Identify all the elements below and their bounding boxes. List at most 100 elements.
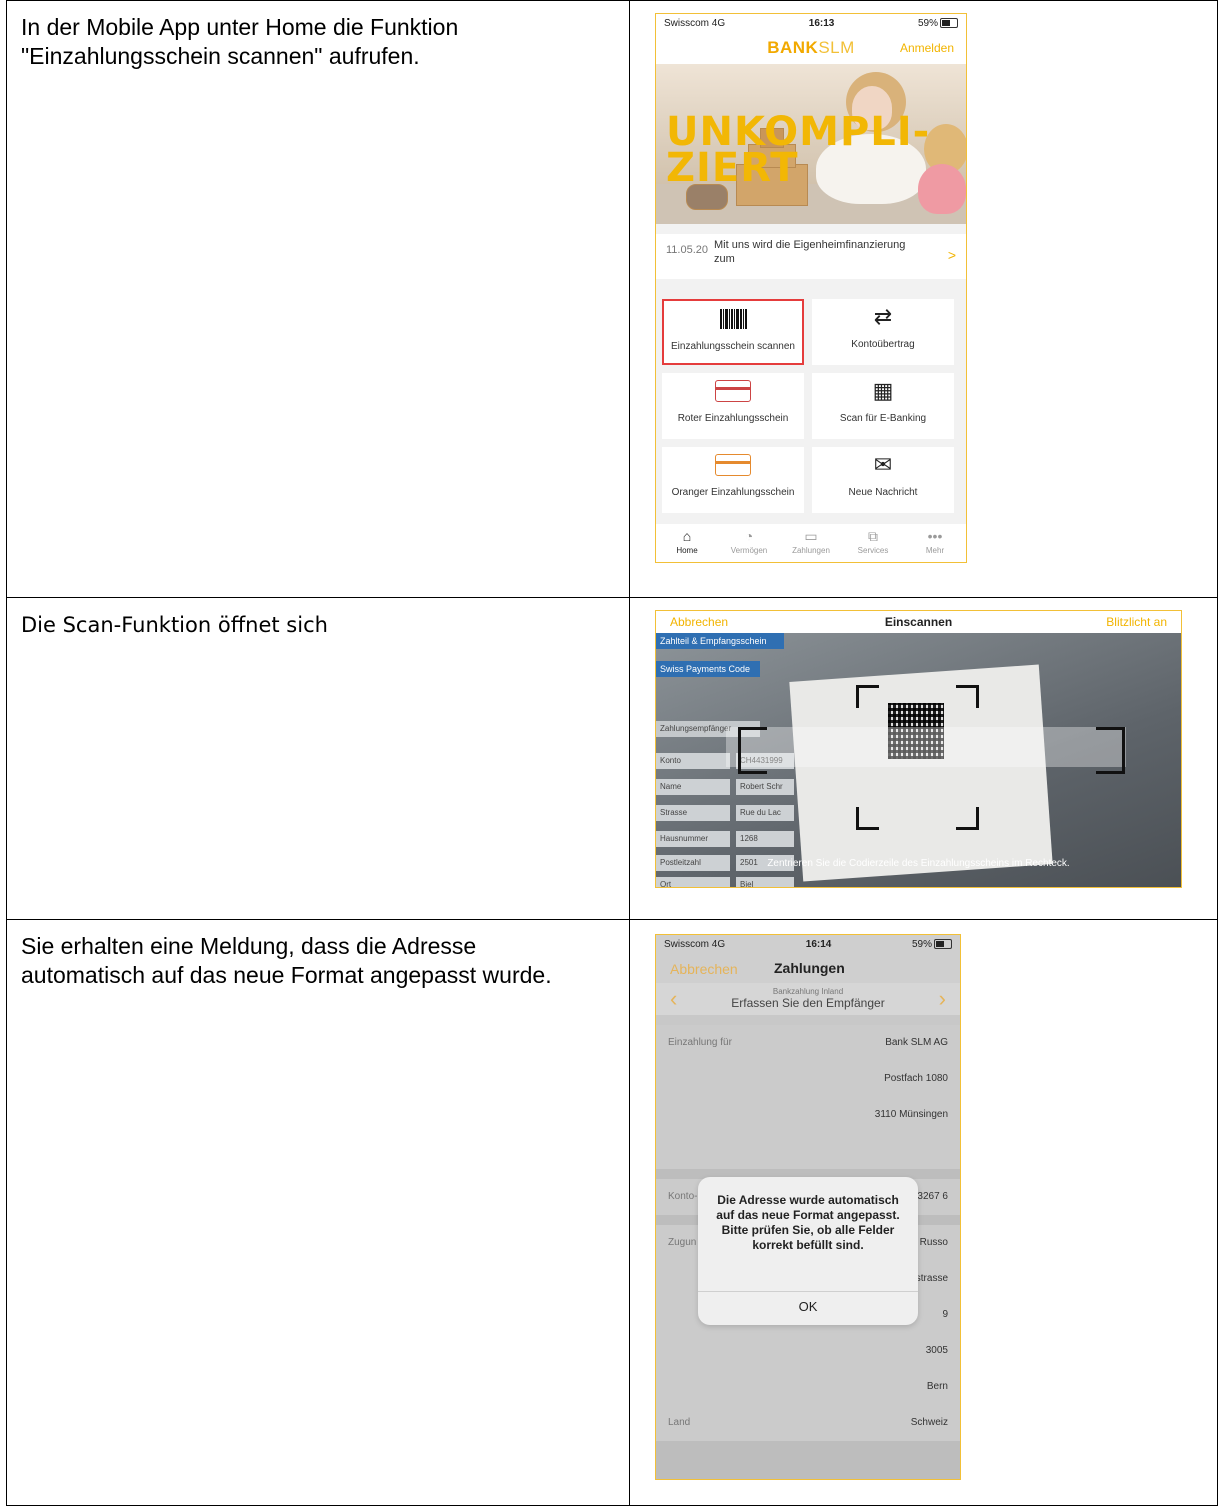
tile-label: Roter Einzahlungsschein <box>677 413 789 424</box>
news-date: 11.05.20 <box>666 244 709 256</box>
status-bar: Swisscom 4G 16:13 59% <box>656 14 966 32</box>
tile-label: Oranger Einzahlungsschein <box>671 487 795 498</box>
step-1-text: In der Mobile App unter Home die Funktio… <box>21 14 459 70</box>
battery-indicator: 59% <box>918 18 958 29</box>
form-row[interactable]: Postfach 1080 <box>656 1061 960 1098</box>
tab-services[interactable]: ⧉ Services <box>842 524 904 562</box>
bg-value: Biel <box>736 877 794 887</box>
battery-icon <box>934 938 952 949</box>
payment-form-screenshot: Swisscom 4G 16:14 59% Abbrechen Zahlunge… <box>655 934 961 1480</box>
news-text: Mit uns wird die Eigenheimfinanzierung z… <box>714 239 906 265</box>
more-icon: ••• <box>927 528 943 544</box>
form-title: Zahlungen <box>774 960 845 976</box>
login-link[interactable]: Anmelden <box>900 41 954 55</box>
carrier-label: Swisscom 4G <box>664 17 726 29</box>
bg-label: Konto <box>656 753 730 769</box>
scan-frame-corner <box>856 807 879 830</box>
pie-chart-icon: ◔ <box>744 528 754 544</box>
transfer-icon: ⇄ <box>873 304 893 329</box>
scan-frame-corner <box>856 685 879 708</box>
tab-assets[interactable]: ◔ Vermögen <box>718 524 780 562</box>
hero-banner-image[interactable]: UNKOMPLI- ZIERT <box>656 64 966 224</box>
bg-label: Strasse <box>656 805 730 821</box>
tile-red-payment-slip[interactable]: Roter Einzahlungsschein <box>662 373 804 439</box>
scan-highlight-band <box>726 727 1126 767</box>
recipient-form: Einzahlung für Bank SLM AG Postfach 1080 … <box>656 1025 960 1479</box>
orange-card-icon <box>715 454 751 476</box>
tile-label: Scan für E-Banking <box>839 413 927 424</box>
chevron-left-icon[interactable]: ‹ <box>670 986 677 1012</box>
bg-label: Zahlteil & Empfangsschein <box>656 633 784 649</box>
news-teaser[interactable]: 11.05.20 Mit uns wird die Eigenheimfinan… <box>656 234 966 279</box>
bg-label: Name <box>656 779 730 795</box>
tile-label: Einzahlungsschein scannen <box>671 341 795 352</box>
table-row: Sie erhalten eine Meldung, dass die Adre… <box>6 920 1218 1506</box>
form-row[interactable] <box>656 1133 960 1170</box>
table-row: In der Mobile App unter Home die Funktio… <box>6 0 1218 598</box>
cancel-button[interactable]: Abbrechen <box>670 961 738 977</box>
column-divider <box>629 1 630 597</box>
chevron-right-icon[interactable]: › <box>939 986 946 1012</box>
carrier-label: Swisscom 4G <box>664 938 726 950</box>
form-row[interactable]: 3005 <box>656 1333 960 1370</box>
step-3-text: Sie erhalten eine Meldung, dass die Adre… <box>21 933 552 989</box>
flash-toggle[interactable]: Blitzlicht an <box>1106 615 1167 629</box>
form-row[interactable]: 3110 Münsingen <box>656 1097 960 1134</box>
bottom-tab-bar: ⌂ Home ◔ Vermögen ▭ Zahlungen ⧉ Services •••… <box>656 524 966 562</box>
tile-new-message[interactable]: ✉ Neue Nachricht <box>812 447 954 513</box>
tile-label: Kontoübertrag <box>851 339 915 350</box>
scanner-title: Einscannen <box>884 615 953 629</box>
red-card-icon <box>715 380 751 402</box>
scanner-screenshot: Abbrechen Einscannen Blitzlicht an Zahlt… <box>655 610 1182 888</box>
home-icon: ⌂ <box>682 528 692 544</box>
scan-frame-corner <box>738 745 767 774</box>
briefcase-icon: ⧉ <box>868 528 878 544</box>
bg-value: Robert Schr <box>736 779 794 795</box>
scan-frame-corner <box>956 807 979 830</box>
bg-label: Ort <box>656 877 730 887</box>
battery-indicator: 59% <box>912 939 952 950</box>
column-divider <box>629 920 630 1505</box>
card-icon: ▭ <box>804 528 818 544</box>
tab-more[interactable]: ••• Mehr <box>904 524 966 562</box>
tile-scan-payment-slip[interactable]: Einzahlungsschein scannen <box>662 299 804 365</box>
tile-label: Neue Nachricht <box>848 487 918 498</box>
hero-slogan: UNKOMPLI- ZIERT <box>666 109 931 191</box>
form-header: Abbrechen Zahlungen <box>656 953 960 983</box>
chevron-right-icon: > <box>947 247 956 263</box>
scanner-header: Abbrechen Einscannen Blitzlicht an <box>656 611 1181 633</box>
bg-value: 1268 <box>736 831 794 847</box>
form-row[interactable]: Einzahlung für Bank SLM AG <box>656 1025 960 1062</box>
ok-button[interactable]: OK <box>698 1299 918 1314</box>
scan-frame-corner <box>1096 745 1125 774</box>
tab-payments[interactable]: ▭ Zahlungen <box>780 524 842 562</box>
clock-label: 16:13 <box>808 17 835 29</box>
app-header: BANKSLM Anmelden <box>656 32 966 64</box>
step-title: Erfassen Sie den Empfänger <box>731 996 885 1010</box>
bg-label: Hausnummer <box>656 831 730 847</box>
tile-account-transfer[interactable]: ⇄ Kontoübertrag <box>812 299 954 365</box>
scan-frame-corner <box>956 685 979 708</box>
camera-viewfinder: Zahlteil & Empfangsschein Swiss Payments… <box>656 633 1181 887</box>
secure-mail-icon: ✉ <box>873 452 893 477</box>
mobile-home-screenshot: Swisscom 4G 16:13 59% BANKSLM Anmelden U… <box>655 13 967 563</box>
barcode-icon <box>719 309 747 329</box>
tile-orange-payment-slip[interactable]: Oranger Einzahlungsschein <box>662 447 804 513</box>
payment-slip-paper <box>789 664 1053 882</box>
alert-message: Die Adresse wurde automatisch auf das ne… <box>716 1193 900 1252</box>
column-divider <box>629 598 630 919</box>
form-row[interactable]: Land Schweiz <box>656 1405 960 1442</box>
step-navigator: ‹ Bankzahlung Inland Erfassen Sie den Em… <box>656 983 960 1015</box>
step-2-text: Die Scan-Funktion öffnet sich <box>21 613 328 637</box>
qr-code-icon: ▦ <box>872 378 894 403</box>
status-bar: Swisscom 4G 16:14 59% <box>656 935 960 953</box>
bg-value: Rue du Lac <box>736 805 794 821</box>
clock-label: 16:14 <box>805 938 832 950</box>
form-row[interactable]: Bern <box>656 1369 960 1406</box>
tab-home[interactable]: ⌂ Home <box>656 524 718 562</box>
address-update-alert: Die Adresse wurde automatisch auf das ne… <box>698 1177 918 1325</box>
step-caption: Bankzahlung Inland <box>772 987 844 996</box>
bg-label: Swiss Payments Code <box>656 661 760 677</box>
tile-scan-ebanking[interactable]: ▦ Scan für E-Banking <box>812 373 954 439</box>
scan-hint: Zentrieren Sie die Codierzeile des Einza… <box>767 858 1070 869</box>
